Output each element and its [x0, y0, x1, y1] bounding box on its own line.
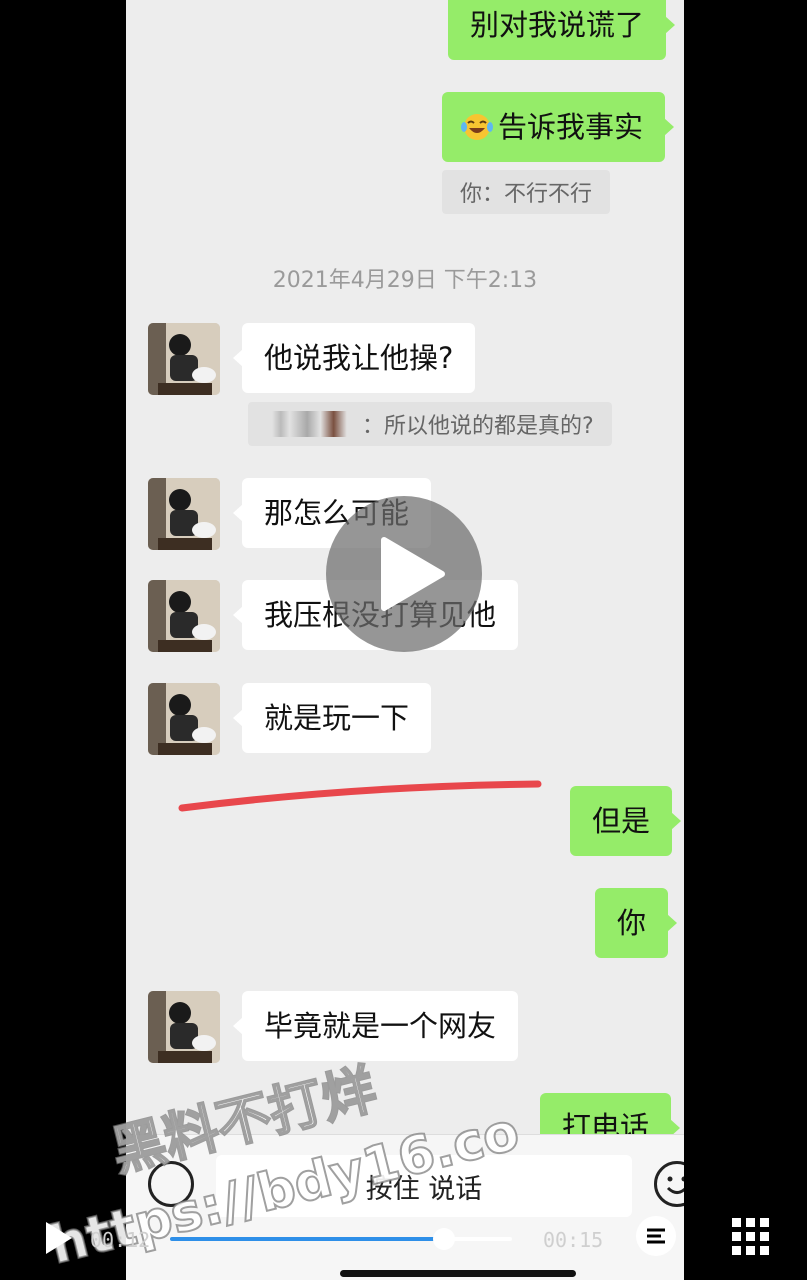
avatar-image — [148, 478, 220, 550]
avatar-image — [148, 580, 220, 652]
message-bubble-self[interactable]: 但是 — [570, 786, 682, 856]
message-text: 别对我说谎了 — [470, 7, 645, 42]
message-bubble-other[interactable]: 他说我让他操? — [232, 323, 476, 393]
grid-menu-icon[interactable] — [732, 1218, 770, 1256]
message-text: 他说我让他操? — [264, 340, 454, 375]
total-time: 00:15 — [543, 1228, 604, 1252]
progress-bar[interactable] — [170, 1228, 512, 1250]
progress-knob[interactable] — [432, 1228, 455, 1250]
quoted-message[interactable]: 你：不行不行 — [442, 170, 611, 214]
message-text: 就是玩一下 — [264, 700, 410, 735]
message-text: 但是 — [592, 803, 651, 838]
message-bubble-other[interactable]: 毕竟就是一个网友 — [232, 991, 519, 1061]
quoted-message[interactable]: ：所以他说的都是真的? — [248, 402, 612, 446]
danmaku-glyph-icon — [647, 1228, 665, 1244]
danmaku-icon[interactable] — [636, 1216, 676, 1256]
current-time: 00:12 — [90, 1228, 151, 1252]
laughing-tears-emoji-icon — [461, 114, 493, 140]
message-bubble-self[interactable]: 你 — [595, 888, 678, 958]
annotation-underline — [178, 780, 542, 812]
avatar-image — [148, 683, 220, 755]
play-icon — [381, 537, 445, 611]
progress-fill — [170, 1237, 444, 1241]
message-bubble-self[interactable]: 告诉我事实 — [442, 92, 675, 162]
message-bubble-self[interactable]: 别对我说谎了 — [448, 0, 676, 60]
message-text: 你 — [617, 905, 647, 940]
contact-avatar[interactable] — [148, 323, 220, 395]
contact-avatar[interactable] — [148, 991, 220, 1063]
avatar-image — [148, 323, 220, 395]
play-icon[interactable] — [44, 1220, 74, 1256]
avatar-image — [148, 991, 220, 1063]
quote-text: 你：不行不行 — [460, 182, 593, 207]
message-text: 告诉我事实 — [498, 109, 644, 144]
quote-text: ：所以他说的都是真的? — [362, 414, 594, 439]
message-text: 毕竟就是一个网友 — [264, 1008, 497, 1043]
video-player-controls: 00:12 00:15 — [0, 1196, 807, 1280]
timestamp: 2021年4月29日 下午2:13 — [272, 268, 538, 293]
contact-avatar[interactable] — [148, 478, 220, 550]
contact-avatar[interactable] — [148, 580, 220, 652]
message-bubble-other[interactable]: 就是玩一下 — [232, 683, 432, 753]
home-indicator — [340, 1270, 576, 1277]
blurred-name — [272, 411, 360, 437]
contact-avatar[interactable] — [148, 683, 220, 755]
video-play-button[interactable] — [326, 496, 482, 652]
